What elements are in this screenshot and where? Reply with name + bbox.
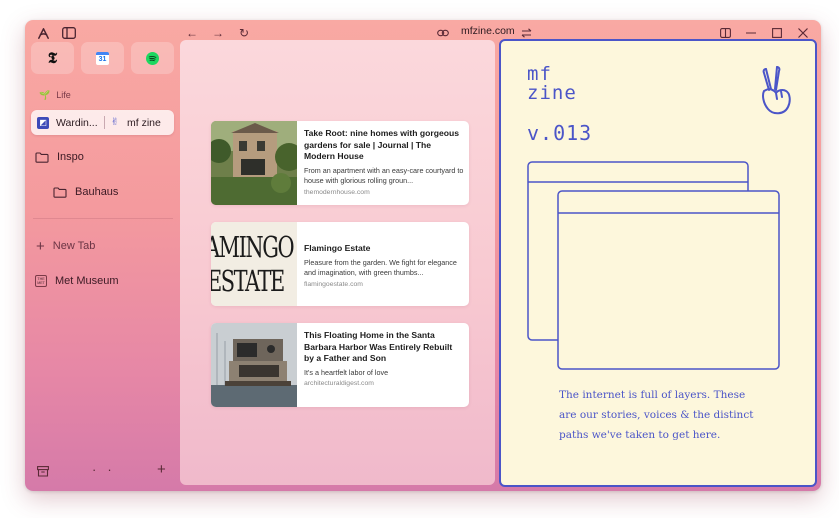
- card-description: Pleasure from the garden. We fight for e…: [304, 257, 457, 278]
- thumb-text-line: AMINGO: [211, 230, 295, 264]
- zine-version: v.013: [527, 121, 593, 145]
- sidebar-item-label: Inspo: [57, 151, 84, 163]
- calendar-icon: 31: [96, 51, 109, 65]
- favorite-new-york-times[interactable]: 𝕿: [31, 42, 74, 74]
- peace-hand-icon: ✌: [110, 117, 120, 128]
- folder-icon: [53, 186, 67, 198]
- new-tab-button[interactable]: + New Tab: [36, 237, 96, 255]
- spotify-icon: [146, 51, 159, 65]
- link-card[interactable]: Take Root: nine homes with gorgeous gard…: [211, 121, 469, 205]
- folder-icon: [35, 151, 49, 163]
- nyt-logo-icon: 𝕿: [47, 49, 58, 67]
- sidebar-item-met-museum[interactable]: THE MET Met Museum: [35, 275, 119, 287]
- sidebar-item-bauhaus[interactable]: Bauhaus: [53, 186, 118, 198]
- sidebar-divider: [33, 218, 173, 219]
- arc-logo-icon[interactable]: [35, 25, 51, 41]
- space-label-text: Life: [56, 90, 71, 100]
- sidebar-toggle-icon[interactable]: [61, 25, 77, 41]
- card-description: It's a heartfelt labor of love: [304, 367, 389, 377]
- favorite-google-calendar[interactable]: 31: [81, 42, 124, 74]
- zine-intro-text: The internet is full of layers. These ar…: [559, 389, 754, 441]
- plant-icon: 🌱: [39, 89, 51, 100]
- card-source: themodernhouse.com: [304, 188, 370, 196]
- archive-icon[interactable]: [37, 466, 49, 480]
- card-source: architecturaldigest.com: [304, 380, 374, 387]
- card-title: This Floating Home in the Santa Barbara …: [304, 330, 453, 363]
- zine-title: mf zine: [527, 65, 577, 103]
- left-split-pane: Take Root: nine homes with gorgeous gard…: [180, 40, 495, 485]
- card-title: Flamingo Estate: [304, 243, 371, 253]
- card-thumbnail-floating-home: [211, 323, 297, 407]
- space-label[interactable]: 🌱 Life: [39, 88, 71, 102]
- active-split-tab[interactable]: ◩ Wardin... ✌ mf zine: [31, 110, 174, 135]
- sidebar-item-label: Bauhaus: [75, 186, 119, 198]
- tab-title-left[interactable]: Wardin...: [56, 117, 98, 129]
- sidebar-item-label: Met Museum: [55, 275, 119, 287]
- card-title: Take Root: nine homes with gorgeous gard…: [304, 128, 460, 161]
- layered-windows-illustration: [527, 161, 780, 370]
- space-switcher-dots[interactable]: ··: [92, 462, 123, 477]
- peace-hand-icon: [762, 66, 791, 115]
- thumb-text-line: ESTATE: [211, 264, 285, 298]
- card-description: From an apartment with an easy-care cour…: [304, 165, 464, 186]
- new-space-plus-icon[interactable]: +: [157, 461, 166, 478]
- tab-title-right[interactable]: mf zine: [127, 117, 161, 129]
- url-bar[interactable]: mfzine.com: [461, 25, 515, 37]
- link-card[interactable]: This Floating Home in the Santa Barbara …: [211, 323, 469, 407]
- link-card[interactable]: AMINGO ESTATE Flamingo Estate Pleasure f…: [211, 222, 469, 306]
- plus-icon: +: [36, 237, 45, 255]
- zine-title-line: zine: [527, 82, 577, 104]
- favorite-spotify[interactable]: [131, 42, 174, 74]
- sidebar-item-inspo[interactable]: Inspo: [35, 151, 84, 163]
- met-logo-icon: THE MET: [35, 275, 47, 287]
- card-thumbnail-flamingo: AMINGO ESTATE: [211, 222, 297, 306]
- sidebar: 𝕿 31 🌱 Life ◩ Wardin... ✌ mf zine Inspo …: [25, 20, 180, 491]
- right-split-pane: mf zine v.013 The internet is full of la…: [499, 39, 817, 487]
- new-tab-label: New Tab: [52, 240, 96, 252]
- card-thumbnail-house: [211, 121, 297, 205]
- wardin-favicon-icon: ◩: [37, 116, 49, 129]
- split-divider: [103, 116, 105, 129]
- card-source: flamingoestate.com: [304, 280, 363, 288]
- browser-window: 𝕿 31 🌱 Life ◩ Wardin... ✌ mf zine Inspo …: [25, 20, 821, 491]
